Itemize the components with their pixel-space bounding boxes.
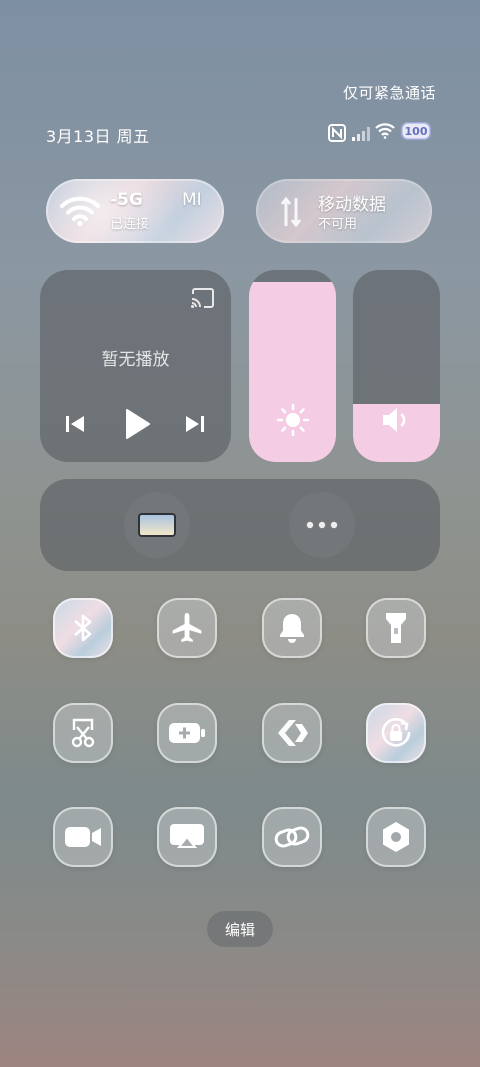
bluetooth-toggle[interactable] [53,598,113,658]
next-icon[interactable] [184,413,206,439]
flashlight-toggle[interactable] [366,598,426,658]
airplane-icon [172,613,202,642]
rotation-lock-icon [381,718,411,747]
wifi-icon [60,195,100,231]
edit-button[interactable]: 编辑 [207,911,273,947]
screen-cast-toggle[interactable] [157,807,217,867]
wifi-status-icon [375,123,395,143]
media-card: 暂无播放 [40,270,231,462]
code-toggle[interactable] [262,703,322,763]
mobile-data-icon [280,196,302,232]
settings-toggle[interactable] [366,807,426,867]
more-icon [306,521,338,529]
silent-toggle[interactable] [262,598,322,658]
screenshot-toggle[interactable] [53,703,113,763]
flashlight-icon [386,613,406,643]
brightness-slider[interactable] [249,270,336,462]
signal-icon [352,126,370,145]
play-icon[interactable] [123,408,151,444]
volume-slider[interactable] [353,270,440,462]
screen-cast-icon [170,824,204,848]
shortcut-bar [40,479,440,571]
link-icon [274,826,310,848]
video-camera-icon [65,827,101,847]
cast-icon[interactable] [190,287,216,313]
wifi-pill[interactable]: -5G MI 已连接 [46,179,224,243]
wifi-status: 已连接 [110,217,150,232]
bluetooth-icon [74,614,92,642]
wifi-name: -5G [110,190,143,210]
speaker-icon [381,406,411,438]
mobile-data-status: 不可用 [318,217,358,232]
previous-icon[interactable] [64,413,86,439]
battery-icon: 100 [401,122,431,140]
sun-icon [276,403,310,441]
battery-saver-icon [169,723,205,743]
emergency-call-text: 仅可紧急通话 [343,84,437,102]
screen-card-button[interactable] [124,492,190,558]
link-toggle[interactable] [262,807,322,867]
screenshot-scissors-icon [71,718,95,748]
date-text: 3月13日 周五 [46,127,150,146]
bell-icon [280,614,304,643]
code-arrows-icon [278,720,308,746]
airplane-toggle[interactable] [157,598,217,658]
screen-record-toggle[interactable] [53,807,113,867]
battery-level: 100 [404,124,428,138]
settings-hex-icon [383,822,409,852]
screen-card-icon [140,515,174,535]
rotation-lock-toggle[interactable] [366,703,426,763]
media-status: 暂无播放 [101,350,170,370]
battery-saver-toggle[interactable] [157,703,217,763]
wifi-name-suffix: MI [182,190,202,210]
mobile-data-name: 移动数据 [318,195,386,215]
more-button[interactable] [289,492,355,558]
nfc-icon [328,124,346,146]
mobile-data-pill[interactable]: 移动数据 不可用 [256,179,432,243]
